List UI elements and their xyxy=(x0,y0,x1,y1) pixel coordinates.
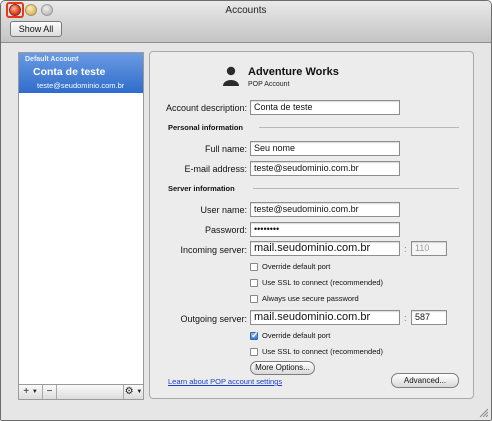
user-name-field[interactable]: teste@seudominio.com.br xyxy=(250,202,400,217)
incoming-ssl-checkbox[interactable] xyxy=(250,279,258,287)
advanced-button[interactable]: Advanced... xyxy=(391,373,459,388)
default-account-header: Default Account xyxy=(25,56,79,63)
password-label: Password: xyxy=(204,225,247,235)
plus-icon: + xyxy=(23,386,30,397)
secure-password-checkbox[interactable] xyxy=(250,295,258,303)
title-bar: Accounts Show All xyxy=(1,1,491,43)
outgoing-port-field[interactable]: 587 xyxy=(411,310,447,325)
outgoing-ssl-label: Use SSL to connect (recommended) xyxy=(262,347,384,356)
gear-icon: ⚙ xyxy=(124,386,134,397)
full-name-field[interactable]: Seu nome xyxy=(250,141,400,156)
email-address-field[interactable]: teste@seudominio.com.br xyxy=(250,161,400,176)
show-all-button[interactable]: Show All xyxy=(10,21,62,37)
chevron-down-icon: ▼ xyxy=(31,389,38,395)
outgoing-override-port-label: Override default port xyxy=(262,331,331,340)
accounts-window: Accounts Show All Default Account Conta … xyxy=(0,0,492,421)
personal-info-heading: Personal information xyxy=(168,123,244,132)
outgoing-server-field[interactable]: mail.seudominio.com.br xyxy=(250,310,400,325)
window-title: Accounts xyxy=(225,5,267,16)
password-field[interactable]: •••••••• xyxy=(250,222,400,237)
incoming-override-port-label: Override default port xyxy=(262,262,331,271)
more-options-button[interactable]: More Options... xyxy=(250,361,315,375)
action-menu-button[interactable]: ⚙ ▼ xyxy=(123,385,143,399)
outgoing-server-label: Outgoing server: xyxy=(180,314,247,324)
divider xyxy=(259,127,459,128)
accounts-sidebar: Default Account Conta de teste teste@seu… xyxy=(18,52,144,392)
user-name-label: User name: xyxy=(200,205,247,215)
add-account-button[interactable]: + ▼ xyxy=(19,385,43,399)
account-description-field[interactable]: Conta de teste xyxy=(250,100,400,115)
port-separator: : xyxy=(404,244,407,254)
content-area: Default Account Conta de teste teste@seu… xyxy=(1,44,491,420)
sidebar-toolbar: + ▼ − ⚙ ▼ xyxy=(18,384,144,400)
account-list-item[interactable]: Default Account Conta de teste teste@seu… xyxy=(19,53,143,93)
resize-grip-icon[interactable] xyxy=(478,407,488,417)
outgoing-ssl-checkbox[interactable] xyxy=(250,348,258,356)
learn-pop-settings-link[interactable]: Learn about POP account settings xyxy=(168,377,282,386)
incoming-override-port-checkbox[interactable] xyxy=(250,263,258,271)
incoming-ssl-label: Use SSL to connect (recommended) xyxy=(262,278,384,287)
account-type: POP Account xyxy=(248,81,290,88)
chevron-down-icon: ▼ xyxy=(136,389,143,395)
account-settings-panel: Adventure Works POP Account Account desc… xyxy=(149,51,474,399)
email-address-label: E-mail address: xyxy=(184,164,247,174)
outgoing-override-port-checkbox[interactable] xyxy=(250,330,259,341)
incoming-server-label: Incoming server: xyxy=(180,245,247,255)
incoming-server-field[interactable]: mail.seudominio.com.br xyxy=(250,241,400,256)
account-email: teste@seudominio.com.br xyxy=(37,81,125,90)
full-name-label: Full name: xyxy=(204,144,247,154)
divider xyxy=(253,188,459,189)
secure-password-label: Always use secure password xyxy=(262,294,359,303)
server-info-heading: Server information xyxy=(168,184,235,193)
port-separator: : xyxy=(404,313,407,323)
person-icon xyxy=(223,66,239,86)
account-name: Conta de teste xyxy=(33,66,106,78)
account-title: Adventure Works xyxy=(248,66,339,78)
account-description-label: Account description: xyxy=(165,103,247,113)
incoming-port-field[interactable]: 110 xyxy=(411,241,447,256)
remove-account-button[interactable]: − xyxy=(43,385,57,399)
